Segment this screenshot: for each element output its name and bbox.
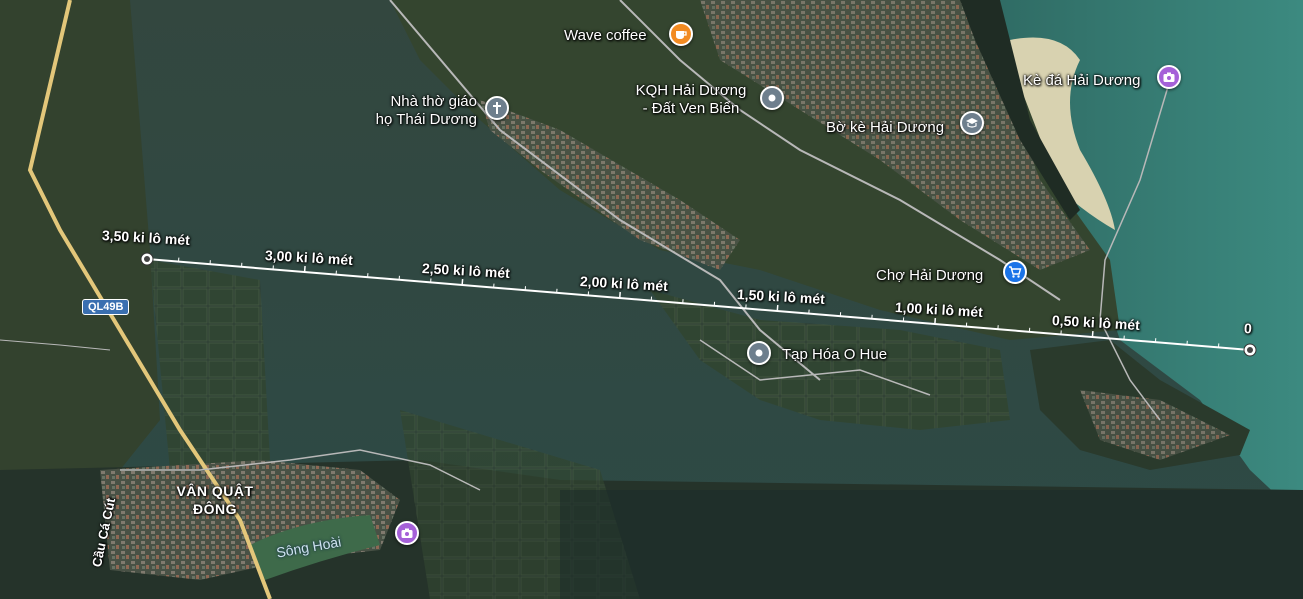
church-name-line2: họ Thái Dương [375, 111, 477, 128]
label-ke-da[interactable]: Kè đá Hải Dương [1023, 72, 1140, 90]
label-tap-hoa[interactable]: Tạp Hóa O Hue [782, 346, 887, 364]
school-icon[interactable] [960, 111, 984, 135]
location-icon[interactable] [747, 341, 771, 365]
label-cho[interactable]: Chợ Hải Dương [876, 267, 983, 285]
van-quat-line2: ĐÔNG [193, 501, 237, 517]
cross-icon[interactable] [485, 96, 509, 120]
shopping-cart-icon[interactable] [1003, 260, 1027, 284]
label-wave-coffee[interactable]: Wave coffee [564, 27, 647, 45]
label-kqh[interactable]: KQH Hải Dương - Đất Ven Biển [626, 82, 756, 118]
camera-icon[interactable] [395, 521, 419, 545]
lagoon-shade [560, 490, 1303, 599]
label-church[interactable]: Nhà thờ giáo họ Thái Dương [372, 93, 477, 129]
kqh-name-line2: - Đất Ven Biển [642, 100, 740, 117]
measure-end-handle-dot [1247, 347, 1253, 353]
church-name-line1: Nhà thờ giáo [390, 93, 477, 110]
van-quat-line1: VÂN QUẬT [176, 483, 254, 499]
label-van-quat-dong: VÂN QUẬT ĐÔNG [160, 482, 270, 518]
location-icon[interactable] [760, 86, 784, 110]
kqh-name-line1: KQH Hải Dương [635, 82, 747, 99]
measure-start-handle-dot [144, 256, 150, 262]
road-shield-ql49b[interactable]: QL49B [82, 299, 130, 315]
coffee-icon[interactable] [669, 22, 693, 46]
measure-distance-label: 0 [1243, 320, 1253, 337]
label-bo-ke[interactable]: Bờ kè Hải Dương [826, 119, 944, 137]
west-fields [150, 260, 270, 470]
camera-icon[interactable] [1157, 65, 1181, 89]
